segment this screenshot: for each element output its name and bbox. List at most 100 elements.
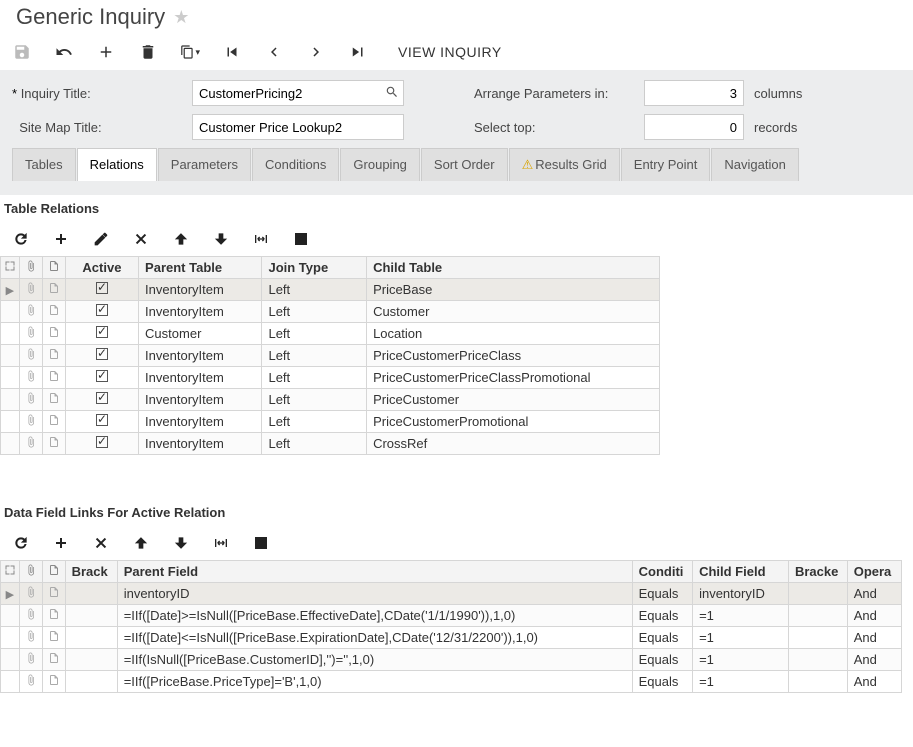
cell-active[interactable] bbox=[65, 367, 138, 389]
note-icon[interactable] bbox=[42, 345, 65, 367]
table-row[interactable]: =IIf(IsNull([PriceBase.CustomerID],'')='… bbox=[1, 649, 902, 671]
clipboard-button[interactable]: ▾ bbox=[180, 42, 200, 62]
tab-results-grid[interactable]: ⚠Results Grid bbox=[509, 148, 620, 181]
tab-sort-order[interactable]: Sort Order bbox=[421, 148, 508, 181]
cell-parentf[interactable]: =IIf([Date]<=IsNull([PriceBase.Expiratio… bbox=[117, 627, 632, 649]
table-row[interactable]: InventoryItemLeftCustomer bbox=[1, 301, 660, 323]
cell-active[interactable] bbox=[65, 411, 138, 433]
attach-icon[interactable] bbox=[19, 671, 42, 693]
note-icon[interactable] bbox=[42, 583, 65, 605]
cell-active[interactable] bbox=[65, 433, 138, 455]
grid-add-button[interactable] bbox=[52, 230, 70, 248]
cell-parentf[interactable]: =IIf([PriceBase.PriceType]='B',1,0) bbox=[117, 671, 632, 693]
tab-relations[interactable]: Relations bbox=[77, 148, 157, 181]
cell-join[interactable]: Left bbox=[262, 367, 367, 389]
attach-icon[interactable] bbox=[19, 279, 42, 301]
cell-brack2[interactable] bbox=[788, 583, 847, 605]
cell-childf[interactable]: =1 bbox=[693, 671, 789, 693]
cell-join[interactable]: Left bbox=[262, 323, 367, 345]
save-button[interactable] bbox=[12, 42, 32, 62]
cell-cond[interactable]: Equals bbox=[632, 583, 692, 605]
cell-brack2[interactable] bbox=[788, 649, 847, 671]
cell-join[interactable]: Left bbox=[262, 279, 367, 301]
note-icon[interactable] bbox=[42, 605, 65, 627]
col2-selector[interactable] bbox=[1, 561, 20, 583]
grid2-up-button[interactable] bbox=[132, 534, 150, 552]
col2-brack2[interactable]: Bracke bbox=[788, 561, 847, 583]
cell-parent[interactable]: InventoryItem bbox=[139, 279, 262, 301]
cell-child[interactable]: PriceCustomerPromotional bbox=[367, 411, 660, 433]
note-icon[interactable] bbox=[42, 279, 65, 301]
attach-icon[interactable] bbox=[19, 301, 42, 323]
cell-join[interactable]: Left bbox=[262, 301, 367, 323]
grid2-add-button[interactable] bbox=[52, 534, 70, 552]
attach-icon[interactable] bbox=[19, 411, 42, 433]
tab-conditions[interactable]: Conditions bbox=[252, 148, 339, 181]
note-icon[interactable] bbox=[42, 433, 65, 455]
attach-icon[interactable] bbox=[19, 367, 42, 389]
cell-join[interactable]: Left bbox=[262, 433, 367, 455]
cell-childf[interactable]: inventoryID bbox=[693, 583, 789, 605]
cell-oper[interactable]: And bbox=[847, 671, 901, 693]
grid-delete-button[interactable] bbox=[132, 230, 150, 248]
cell-child[interactable]: PriceCustomerPriceClass bbox=[367, 345, 660, 367]
cell-cond[interactable]: Equals bbox=[632, 671, 692, 693]
cell-brack2[interactable] bbox=[788, 671, 847, 693]
tab-entry-point[interactable]: Entry Point bbox=[621, 148, 711, 181]
cell-child[interactable]: PriceCustomerPriceClassPromotional bbox=[367, 367, 660, 389]
tab-navigation[interactable]: Navigation bbox=[711, 148, 798, 181]
delete-button[interactable] bbox=[138, 42, 158, 62]
col-active[interactable]: Active bbox=[65, 257, 138, 279]
cell-child[interactable]: PriceBase bbox=[367, 279, 660, 301]
add-button[interactable] bbox=[96, 42, 116, 62]
tab-grouping[interactable]: Grouping bbox=[340, 148, 419, 181]
grid2-fit-button[interactable] bbox=[212, 534, 230, 552]
last-button[interactable] bbox=[348, 42, 368, 62]
table-row[interactable]: InventoryItemLeftPriceCustomerPromotiona… bbox=[1, 411, 660, 433]
attach-icon[interactable] bbox=[19, 583, 42, 605]
cell-brack[interactable] bbox=[65, 649, 117, 671]
cell-oper[interactable]: And bbox=[847, 605, 901, 627]
cell-parentf[interactable]: =IIf(IsNull([PriceBase.CustomerID],'')='… bbox=[117, 649, 632, 671]
cell-cond[interactable]: Equals bbox=[632, 627, 692, 649]
first-button[interactable] bbox=[222, 42, 242, 62]
cell-parent[interactable]: InventoryItem bbox=[139, 433, 262, 455]
table-row[interactable]: =IIf([Date]>=IsNull([PriceBase.Effective… bbox=[1, 605, 902, 627]
cell-child[interactable]: CrossRef bbox=[367, 433, 660, 455]
cell-oper[interactable]: And bbox=[847, 627, 901, 649]
table-row[interactable]: =IIf([PriceBase.PriceType]='B',1,0)Equal… bbox=[1, 671, 902, 693]
cell-child[interactable]: Customer bbox=[367, 301, 660, 323]
col-join[interactable]: Join Type bbox=[262, 257, 367, 279]
cell-brack2[interactable] bbox=[788, 627, 847, 649]
cell-brack[interactable] bbox=[65, 671, 117, 693]
note-icon[interactable] bbox=[42, 323, 65, 345]
cell-cond[interactable]: Equals bbox=[632, 649, 692, 671]
note-icon[interactable] bbox=[42, 367, 65, 389]
arrange-input[interactable] bbox=[644, 80, 744, 106]
note-icon[interactable] bbox=[42, 389, 65, 411]
grid2-down-button[interactable] bbox=[172, 534, 190, 552]
grid2-export-button[interactable] bbox=[252, 534, 270, 552]
cell-childf[interactable]: =1 bbox=[693, 605, 789, 627]
attach-icon[interactable] bbox=[19, 627, 42, 649]
tab-tables[interactable]: Tables bbox=[12, 148, 76, 181]
attach-icon[interactable] bbox=[19, 605, 42, 627]
cell-active[interactable] bbox=[65, 345, 138, 367]
grid2-refresh-button[interactable] bbox=[12, 534, 30, 552]
col-selector[interactable] bbox=[1, 257, 20, 279]
table-row[interactable]: InventoryItemLeftPriceCustomerPriceClass… bbox=[1, 367, 660, 389]
cell-child[interactable]: Location bbox=[367, 323, 660, 345]
col2-childf[interactable]: Child Field bbox=[693, 561, 789, 583]
grid-fit-button[interactable] bbox=[252, 230, 270, 248]
col2-parentf[interactable]: Parent Field bbox=[117, 561, 632, 583]
cell-brack[interactable] bbox=[65, 627, 117, 649]
cell-join[interactable]: Left bbox=[262, 345, 367, 367]
sitemap-title-input[interactable] bbox=[192, 114, 404, 140]
note-icon[interactable] bbox=[42, 627, 65, 649]
cell-child[interactable]: PriceCustomer bbox=[367, 389, 660, 411]
col2-brack[interactable]: Brack bbox=[65, 561, 117, 583]
cell-parentf[interactable]: inventoryID bbox=[117, 583, 632, 605]
grid-up-button[interactable] bbox=[172, 230, 190, 248]
cell-join[interactable]: Left bbox=[262, 411, 367, 433]
grid-refresh-button[interactable] bbox=[12, 230, 30, 248]
